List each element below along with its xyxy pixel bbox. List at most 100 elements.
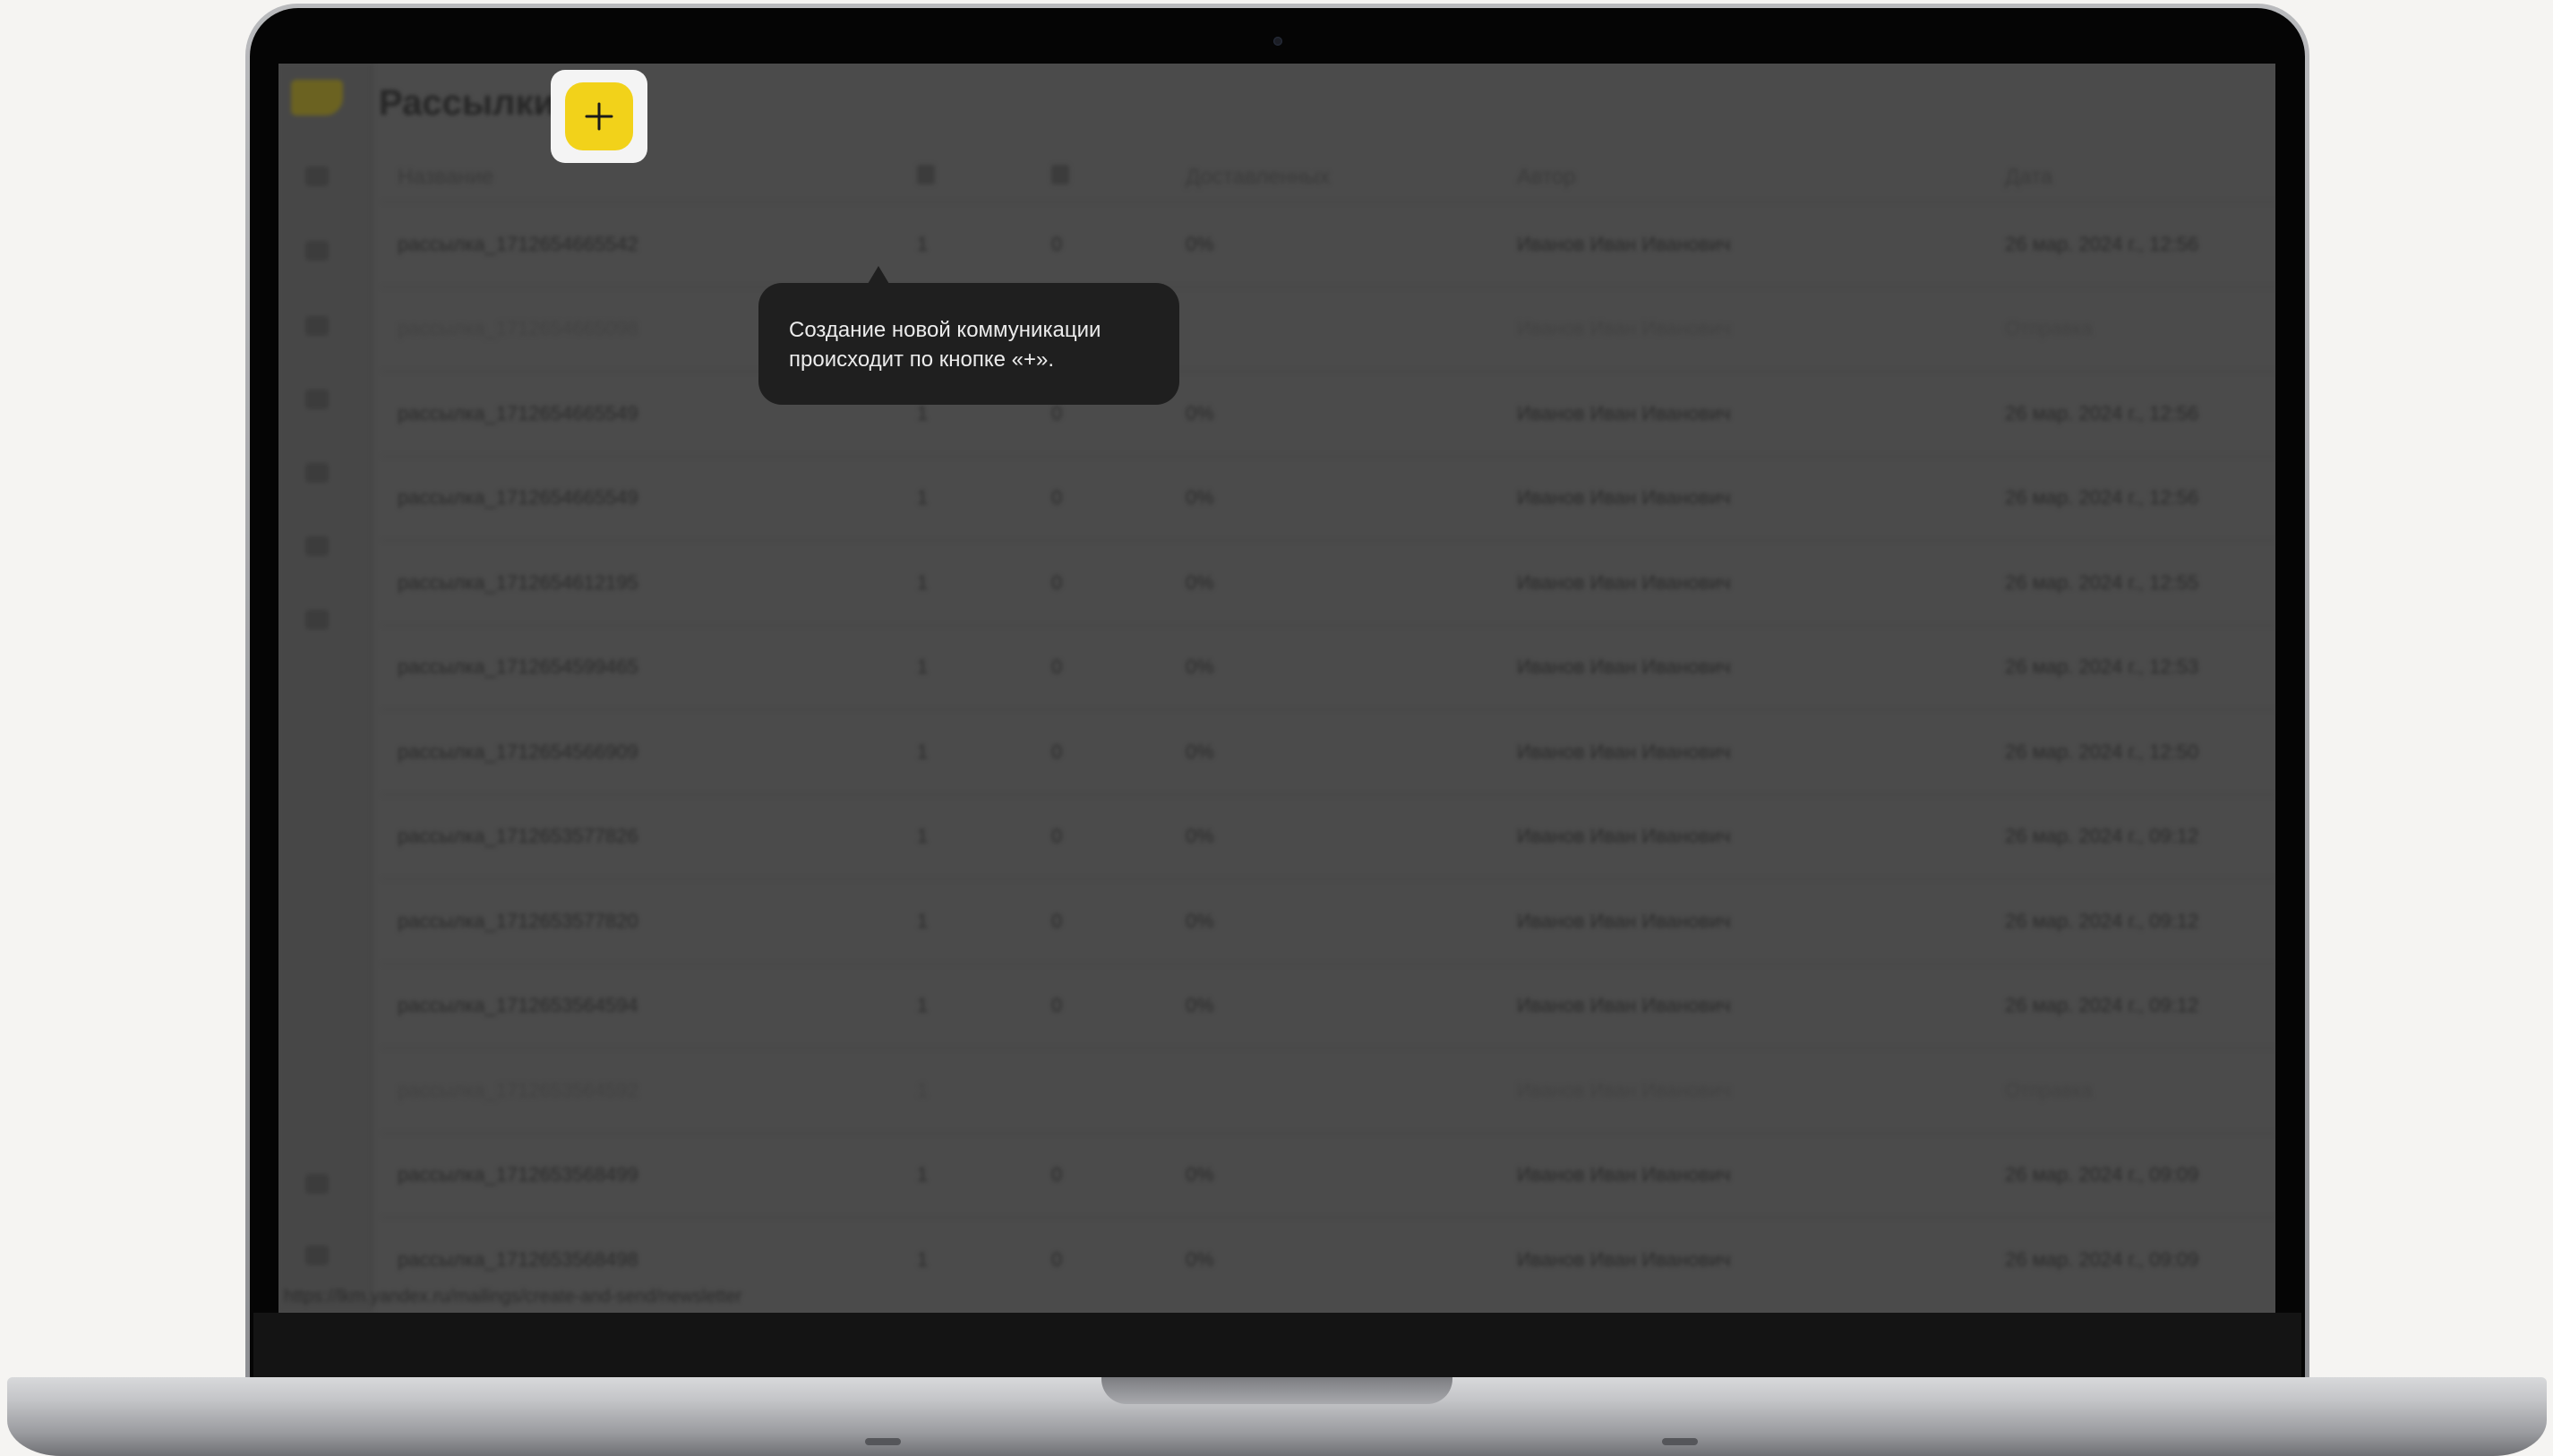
cell-author: Иванов Иван Иванович <box>1517 909 1731 932</box>
onboarding-tooltip: Создание новой коммуникации происходит п… <box>758 283 1179 405</box>
cell-messages: 0 <box>1051 825 1063 848</box>
table-row[interactable]: рассылка_1712653568499 1 0 0% Иванов Иван Ив… <box>381 1132 2275 1218</box>
status-url: https://lkm.yandex.ru/mailings/create-an… <box>284 1287 742 1306</box>
cell-date: 26 мар. 2024 г., 12:53 <box>2005 655 2199 679</box>
screen: Рассылки Название Доставленных Автор Дат… <box>278 64 2275 1313</box>
nav-edit-icon[interactable] <box>305 167 329 186</box>
cell-date: 26 мар. 2024 г., 09:12 <box>2005 994 2199 1017</box>
nav-reports-icon[interactable] <box>305 610 329 630</box>
cell-author: Иванов Иван Иванович <box>1517 1078 1731 1101</box>
nav-profile-icon[interactable] <box>305 1246 329 1265</box>
nav-settings-icon[interactable] <box>305 1174 329 1194</box>
header-name[interactable]: Название <box>398 165 917 190</box>
add-mailing-button[interactable] <box>565 82 633 150</box>
table-row[interactable]: рассылка_1712654612195 1 0 0% Иванов Иван Ив… <box>381 540 2275 625</box>
table-row[interactable]: рассылка_1712654566909 1 0 0% Иванов Иван Ив… <box>381 709 2275 794</box>
cell-author: Иванов Иван Иванович <box>1517 317 1731 340</box>
cell-delivered: 0% <box>1186 1163 1214 1186</box>
cell-recipients: 1 <box>917 570 929 594</box>
cell-author: Иванов Иван Иванович <box>1517 1163 1731 1186</box>
table-row[interactable]: рассылка_1712653577820 1 0 0% Иванов Иван Ив… <box>381 878 2275 964</box>
cell-date: 26 мар. 2024 г., 09:09 <box>2005 1163 2199 1186</box>
laptop-foot <box>865 1438 901 1445</box>
cell-messages: 0 <box>1051 401 1063 424</box>
cell-author: Иванов Иван Иванович <box>1517 401 1731 424</box>
cell-name: рассылка_1712654566909 <box>398 740 638 763</box>
cell-delivered: 0% <box>1186 1247 1214 1271</box>
cell-messages: 0 <box>1051 232 1063 255</box>
tooltip-line-1: Создание новой коммуникации <box>789 318 1101 342</box>
cell-delivered: 0% <box>1186 401 1214 424</box>
nav-stats-icon[interactable] <box>305 463 329 483</box>
cell-messages: 0 <box>1051 909 1063 932</box>
cell-author: Иванов Иван Иванович <box>1517 740 1731 763</box>
nav-audience-icon[interactable] <box>305 241 329 261</box>
table-row[interactable]: рассылка_1712653564594 1 0 0% Иванов Иван Ив… <box>381 963 2275 1049</box>
tooltip-arrow <box>868 266 889 284</box>
cell-date: 26 мар. 2024 г., 12:50 <box>2005 740 2199 763</box>
table-row[interactable]: рассылка_1712653564592 1 Иванов Иван Ивано… <box>381 1048 2275 1133</box>
cell-date: Отправка <box>2005 317 2093 340</box>
cell-name: рассылка_1712653577826 <box>398 825 638 848</box>
header-messages[interactable] <box>1051 164 1186 191</box>
cell-delivered: 0% <box>1186 486 1214 510</box>
cell-date: 26 мар. 2024 г., 12:55 <box>2005 570 2199 594</box>
cell-delivered: 0% <box>1186 825 1214 848</box>
cell-name: рассылка_1712653568498 <box>398 1247 638 1271</box>
cell-date: Отправка <box>2005 1078 2093 1101</box>
table-row[interactable]: рассылка_1712654599465 1 0 0% Иванов Иван Ив… <box>381 624 2275 710</box>
header-delivered[interactable]: Доставленных <box>1186 165 1517 190</box>
cell-name: рассылка_1712653568499 <box>398 1163 638 1186</box>
cell-name: рассылка_1712654599465 <box>398 655 638 679</box>
cell-name: рассылка_1712653564592 <box>398 1078 638 1101</box>
cell-delivered: 0% <box>1186 232 1214 255</box>
header-date[interactable]: Дата <box>2005 165 2275 190</box>
cell-author: Иванов Иван Иванович <box>1517 486 1731 510</box>
message-icon <box>1051 164 1069 184</box>
plus-icon <box>585 102 613 131</box>
header-recipients[interactable] <box>917 164 1051 191</box>
cell-messages: 0 <box>1051 1247 1063 1271</box>
cell-date: 26 мар. 2024 г., 09:12 <box>2005 909 2199 932</box>
nav-analytics-icon[interactable] <box>305 536 329 556</box>
cell-date: 26 мар. 2024 г., 12:56 <box>2005 232 2199 255</box>
nav-mailings-icon[interactable] <box>305 316 329 336</box>
cell-messages: 0 <box>1051 655 1063 679</box>
cell-messages: 0 <box>1051 994 1063 1017</box>
logo-icon <box>291 80 343 116</box>
cell-delivered: 0% <box>1186 655 1214 679</box>
cell-recipients: 1 <box>917 825 929 848</box>
table-row[interactable]: рассылка_1712654665549 1 0 0% Иванов Иван Ив… <box>381 455 2275 541</box>
cell-name: рассылка_1712654612195 <box>398 570 638 594</box>
cell-recipients: 1 <box>917 994 929 1017</box>
cell-author: Иванов Иван Иванович <box>1517 655 1731 679</box>
laptop-chin <box>253 1313 2301 1377</box>
person-icon <box>917 164 935 184</box>
nav-templates-icon[interactable] <box>305 390 329 409</box>
cell-recipients: 1 <box>917 401 929 424</box>
cell-messages: 0 <box>1051 1163 1063 1186</box>
cell-delivered: 0% <box>1186 994 1214 1017</box>
cell-author: Иванов Иван Иванович <box>1517 232 1731 255</box>
cell-recipients: 1 <box>917 232 929 255</box>
cell-delivered: 0% <box>1186 909 1214 932</box>
cell-name: рассылка_1712654665549 <box>398 486 638 510</box>
cell-recipients: 1 <box>917 486 929 510</box>
cell-recipients: 1 <box>917 1163 929 1186</box>
cell-date: 26 мар. 2024 г., 12:56 <box>2005 401 2199 424</box>
table-row[interactable]: рассылка_17126546650981Иванов Иван Ивано… <box>381 286 2275 372</box>
cell-recipients: 1 <box>917 655 929 679</box>
table-row[interactable]: рассылка_1712654665549 1 0 0% Иванов Иван Ив… <box>381 371 2275 456</box>
cell-delivered: 0% <box>1186 740 1214 763</box>
cell-author: Иванов Иван Иванович <box>1517 1247 1731 1271</box>
laptop-notch <box>1101 1377 1452 1404</box>
cell-name: рассылка_1712654665542 <box>398 232 638 255</box>
cell-name: рассылка_1712653577820 <box>398 909 638 932</box>
table-row[interactable]: рассылка_1712653577826 1 0 0% Иванов Иван Ив… <box>381 793 2275 879</box>
mailings-table: Название Доставленных Автор Дата рассылк… <box>381 153 2275 1302</box>
cell-delivered: 0% <box>1186 570 1214 594</box>
cell-name: рассылка_1712653564594 <box>398 994 638 1017</box>
cell-date: 26 мар. 2024 г., 09:09 <box>2005 1247 2199 1271</box>
table-row[interactable]: рассылка_1712654665542 1 0 0% Иванов Иван Ив… <box>381 201 2275 287</box>
header-author[interactable]: Автор <box>1517 165 2005 190</box>
